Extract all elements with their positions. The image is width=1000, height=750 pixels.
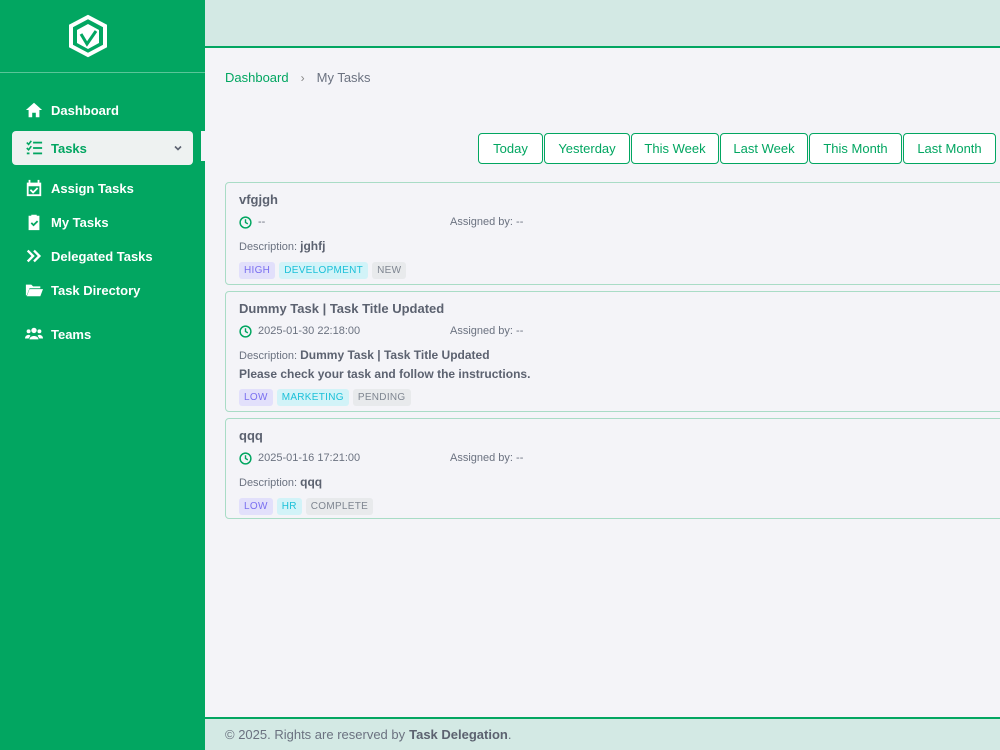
task-title: vfgjgh [239,192,278,207]
clock-icon [239,451,252,465]
description-label: Description: [239,241,298,253]
sidebar-item-label: Delegated Tasks [51,248,153,264]
sidebar-item-label: My Tasks [51,214,109,230]
sidebar-item-label: Teams [51,326,92,342]
footer-copyright: © 2025. Rights are reserved by [225,727,406,742]
task-description: Description: jghfj [239,237,1000,256]
status-badge: COMPLETE [305,498,374,515]
double-chevron-right-icon [24,246,44,266]
active-tab-indicator [201,131,205,161]
assigned-by-label: Assigned by: [450,452,513,464]
status-badge: NEW [372,262,407,279]
app-logo-icon [68,14,107,58]
description-label: Description: [239,350,298,362]
sidebar-item-my-tasks[interactable]: My Tasks [0,205,205,239]
clipboard-check-icon [24,212,44,232]
category-badge: MARKETING [276,389,349,406]
sidebar-nav: Dashboard Tasks Assign Tasks My Tasks De… [0,73,205,351]
chevron-down-icon [173,141,183,151]
description-value: jghfj [300,239,326,253]
task-meta: 2025-01-16 17:21:00 Assigned by: -- [239,451,1000,465]
category-badge: DEVELOPMENT [279,262,369,279]
task-description: Description: qqq [239,473,1000,492]
task-meta: 2025-01-30 22:18:00 Assigned by: -- [239,324,1000,338]
task-badges: HIGH DEVELOPMENT NEW [239,262,1000,279]
task-card[interactable]: vfgjgh -- Assigned by: -- Description: j… [225,182,1000,285]
status-badge: PENDING [352,389,411,406]
description-value: Dummy Task | Task Title Updated [300,348,490,362]
sidebar-item-label: Dashboard [51,102,119,118]
filter-last-week-button[interactable]: Last Week [720,133,808,164]
task-date: 2025-01-30 22:18:00 [258,325,361,337]
assigned-by-value: -- [516,452,524,464]
priority-badge: LOW [239,498,273,515]
task-date: 2025-01-16 17:21:00 [258,452,361,464]
sidebar-item-label: Task Directory [51,282,141,298]
filter-last-month-button[interactable]: Last Month [903,133,996,164]
filter-this-week-button[interactable]: This Week [631,133,719,164]
sidebar-item-task-directory[interactable]: Task Directory [0,273,205,307]
filter-yesterday-button[interactable]: Yesterday [544,133,630,164]
sidebar-item-assign-tasks[interactable]: Assign Tasks [0,171,205,205]
breadcrumb: Dashboard › My Tasks [225,70,371,85]
breadcrumb-dashboard-link[interactable]: Dashboard [225,70,289,85]
footer-brand: Task Delegation [409,727,508,742]
breadcrumb-separator-icon: › [300,70,305,85]
filter-today-button[interactable]: Today [478,133,543,164]
task-meta: -- Assigned by: -- [239,215,1000,229]
assigned-by-value: -- [516,216,524,228]
sidebar: Dashboard Tasks Assign Tasks My Tasks De… [0,0,205,750]
priority-badge: LOW [239,389,273,406]
priority-badge: HIGH [239,262,276,279]
footer-suffix: . [507,727,512,742]
task-description: Description: Dummy Task | Task Title Upd… [239,346,1000,365]
clock-icon [239,324,252,338]
top-bar [205,0,1000,48]
description-extra: Please check your task and follow the in… [239,367,531,381]
sidebar-item-delegated-tasks[interactable]: Delegated Tasks [0,239,205,273]
assigned-by-label: Assigned by: [450,325,513,337]
assigned-by-value: -- [516,325,524,337]
task-list-icon [24,138,44,158]
home-icon [24,100,44,120]
sidebar-item-dashboard[interactable]: Dashboard [0,93,205,127]
sidebar-item-label: Tasks [51,140,87,156]
date-filter-group: Today Yesterday This Week Last Week This… [478,133,997,164]
users-icon [24,324,44,344]
footer: © 2025. Rights are reserved by Task Dele… [205,717,1000,750]
sidebar-item-label: Assign Tasks [51,180,134,196]
folder-open-icon [24,280,44,300]
assigned-by-label: Assigned by: [450,216,513,228]
task-title: Dummy Task | Task Title Updated [239,301,445,316]
clock-icon [239,215,252,229]
breadcrumb-current: My Tasks [316,70,371,85]
sidebar-item-teams[interactable]: Teams [0,317,205,351]
logo[interactable] [0,0,205,73]
task-badges: LOW HR COMPLETE [239,498,1000,515]
filter-this-month-button[interactable]: This Month [809,133,902,164]
task-title: qqq [239,428,263,443]
task-date: -- [258,216,266,228]
calendar-check-icon [24,178,44,198]
task-badges: LOW MARKETING PENDING [239,389,1000,406]
task-card[interactable]: qqq 2025-01-16 17:21:00 Assigned by: -- … [225,418,1000,519]
description-label: Description: [239,477,298,489]
sidebar-item-tasks[interactable]: Tasks [12,131,193,165]
category-badge: HR [276,498,302,515]
description-value: qqq [300,475,323,489]
task-card[interactable]: Dummy Task | Task Title Updated 2025-01-… [225,291,1000,412]
